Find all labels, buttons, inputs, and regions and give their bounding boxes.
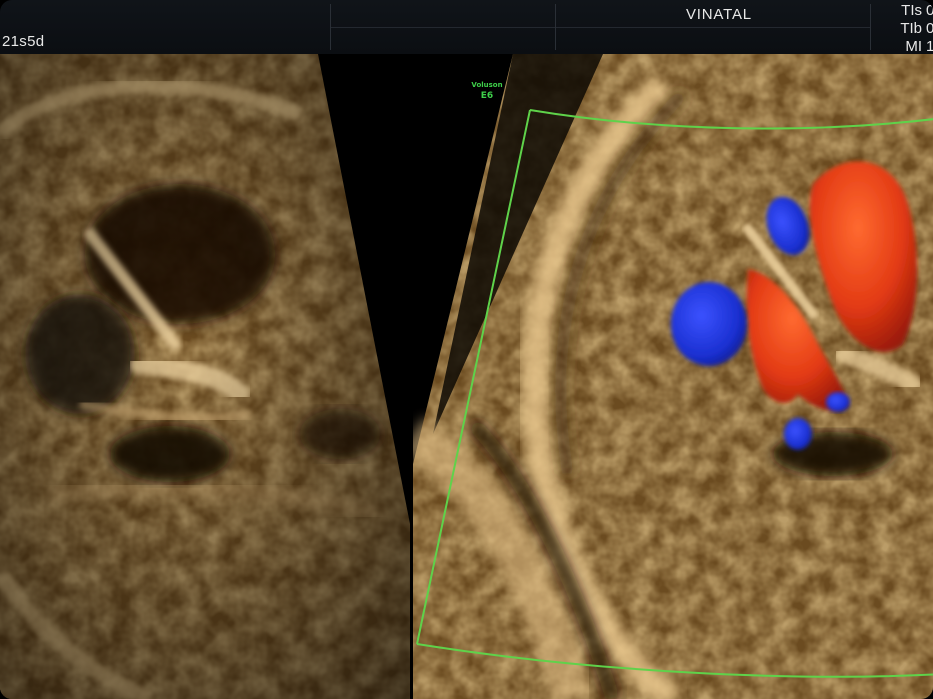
index-value: 0 [926, 20, 933, 37]
voluson-logo: Voluson E6 [467, 80, 507, 101]
logo-line-1: Voluson [471, 81, 503, 89]
doppler-flow-blue-lower [784, 418, 812, 450]
index-value: 0 [926, 2, 933, 19]
ultrasound-image-left [0, 54, 410, 699]
thermal-index-soft-tissue: TIs 0 [886, 2, 933, 20]
info-bar-separator [555, 4, 556, 50]
logo-line-2: E6 [480, 91, 494, 101]
clinic-name: VINATAL [686, 6, 752, 23]
info-bar: 21s5d VINATAL TIs0 TIb0 MI1. [0, 0, 933, 55]
thermal-index-bone: TIb 0 [886, 20, 933, 38]
gestational-age: 21s5d [2, 33, 45, 50]
doppler-image [413, 54, 933, 699]
info-bar-separator [330, 4, 331, 50]
index-label: TIb [900, 20, 922, 37]
ultrasound-screen: 21s5d VINATAL TIs0 TIb0 MI1. [0, 0, 933, 699]
ultrasound-image-right [413, 54, 933, 699]
bmode-image [0, 54, 410, 699]
info-bar-separator [870, 4, 871, 50]
info-bar-divider-line [330, 27, 870, 28]
doppler-flow-blue-left [671, 282, 747, 366]
index-label: TIs [901, 2, 922, 19]
doppler-flow-blue-small [826, 392, 850, 412]
